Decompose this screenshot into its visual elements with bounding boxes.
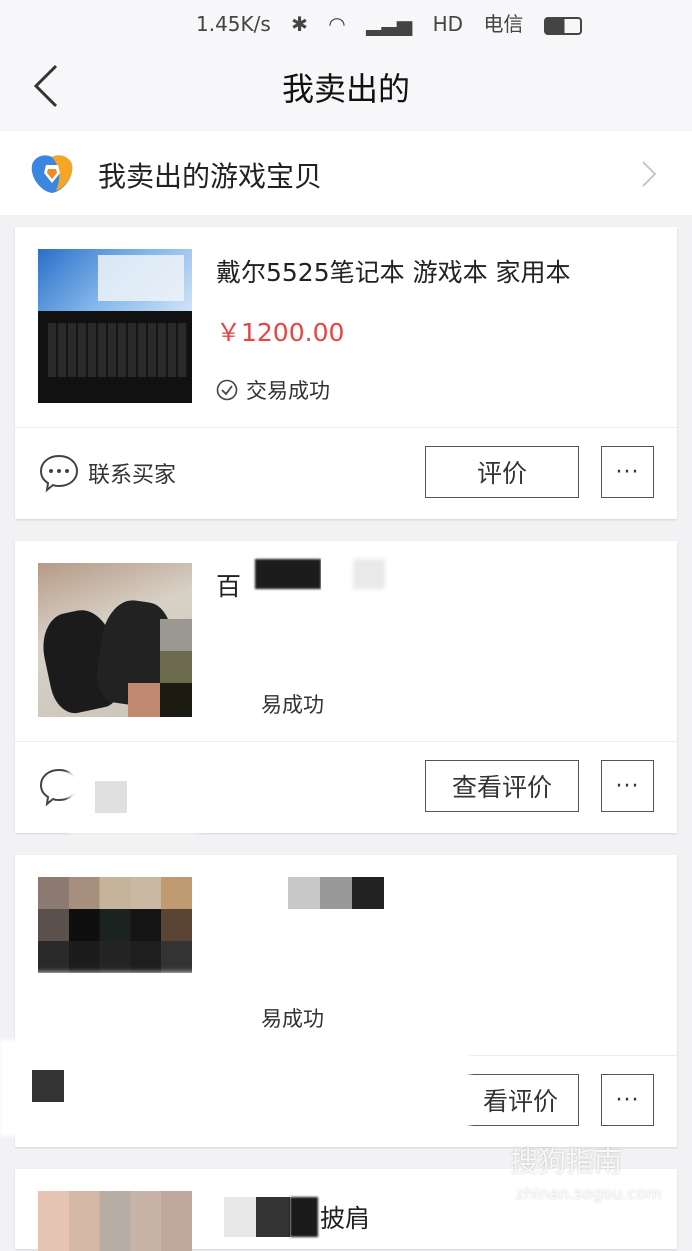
view-review-button[interactable]: 查看评价 bbox=[425, 760, 579, 812]
product-image-pixelated[interactable] bbox=[38, 1191, 192, 1251]
product-title[interactable]: 百 bbox=[216, 567, 241, 603]
pixel-block bbox=[128, 683, 160, 717]
signal-icon: ▂▃▅ bbox=[366, 12, 413, 36]
censor-block bbox=[320, 877, 354, 909]
censor-block bbox=[69, 747, 199, 833]
game-items-row[interactable]: 我卖出的游戏宝贝 bbox=[0, 131, 692, 215]
check-circle-icon bbox=[216, 379, 238, 401]
wifi-icon: ◠ bbox=[328, 12, 346, 36]
censor-block bbox=[255, 559, 321, 589]
censor-block bbox=[321, 559, 355, 589]
order-status: 易成功 bbox=[261, 689, 324, 719]
watermark-text: 搜狗指南 bbox=[510, 1145, 623, 1178]
more-button[interactable]: ··· bbox=[601, 446, 654, 498]
laptop-keyboard bbox=[48, 323, 188, 377]
product-price: ￥1200.00 bbox=[216, 318, 345, 347]
network-speed: 1.45K/s bbox=[196, 12, 271, 36]
page-title: 我卖出的 bbox=[281, 70, 410, 108]
carrier-name: 电信 bbox=[483, 12, 524, 36]
censor-block bbox=[352, 877, 384, 909]
pixel-row bbox=[38, 909, 192, 941]
battery-icon bbox=[543, 16, 582, 35]
network-type: HD bbox=[432, 12, 464, 36]
product-image-shoes[interactable] bbox=[38, 563, 192, 717]
order-status-label: 交易成功 bbox=[246, 379, 330, 403]
censor-block bbox=[288, 877, 322, 909]
censor-block bbox=[95, 781, 127, 813]
nav-bar: 我卖出的 bbox=[0, 40, 692, 130]
view-review-label: 看评价 bbox=[482, 1087, 558, 1116]
chevron-right-icon bbox=[642, 161, 657, 187]
more-button[interactable]: ··· bbox=[601, 760, 654, 812]
status-text: 1.45K/s ✱ ◠ ▂▃▅ HD 电信 bbox=[196, 8, 596, 37]
status-bar: 1.45K/s ✱ ◠ ▂▃▅ HD 电信 bbox=[0, 0, 692, 40]
divider bbox=[15, 427, 677, 428]
order-card: 戴尔5525笔记本 游戏本 家用本 ￥1200.00 交易成功 联系买家 评价 … bbox=[15, 227, 677, 519]
watermark-url: zhinan.sogou.com bbox=[516, 1184, 662, 1203]
order-status-label: 易成功 bbox=[261, 693, 324, 717]
pixel-block bbox=[160, 651, 192, 683]
game-items-label: 我卖出的游戏宝贝 bbox=[98, 160, 323, 193]
censor-block bbox=[224, 1197, 256, 1237]
order-status-label: 易成功 bbox=[261, 1007, 324, 1031]
pixel-block bbox=[160, 683, 192, 717]
game-logo-icon bbox=[31, 155, 73, 193]
order-card: 披肩 bbox=[15, 1169, 677, 1251]
order-status: 交易成功 bbox=[216, 375, 330, 405]
order-card: 百 易成功 买家 查看评价 ··· bbox=[15, 541, 677, 833]
laptop-screen-window bbox=[98, 255, 184, 301]
contact-buyer-button[interactable]: 联系买家 bbox=[38, 453, 176, 493]
censor-block bbox=[353, 559, 385, 589]
review-button[interactable]: 评价 bbox=[425, 446, 579, 498]
censor-block bbox=[256, 1197, 290, 1237]
chat-bubble-icon bbox=[39, 454, 79, 493]
censor-block bbox=[290, 1197, 318, 1237]
divider bbox=[15, 741, 677, 742]
contact-buyer-label: 联系买家 bbox=[88, 463, 177, 488]
pixel-block bbox=[160, 619, 192, 651]
pixel-row bbox=[38, 941, 192, 973]
bluetooth-icon: ✱ bbox=[291, 12, 308, 36]
product-image-laptop[interactable] bbox=[38, 249, 192, 403]
pixel-row bbox=[38, 877, 192, 909]
censor-overlay bbox=[0, 1040, 470, 1136]
product-image-pixelated[interactable] bbox=[38, 877, 192, 973]
censor-block bbox=[32, 1070, 64, 1102]
more-button[interactable]: ··· bbox=[601, 1074, 654, 1126]
order-status: 易成功 bbox=[261, 1003, 324, 1033]
product-title[interactable]: 戴尔5525笔记本 游戏本 家用本 bbox=[216, 253, 571, 289]
